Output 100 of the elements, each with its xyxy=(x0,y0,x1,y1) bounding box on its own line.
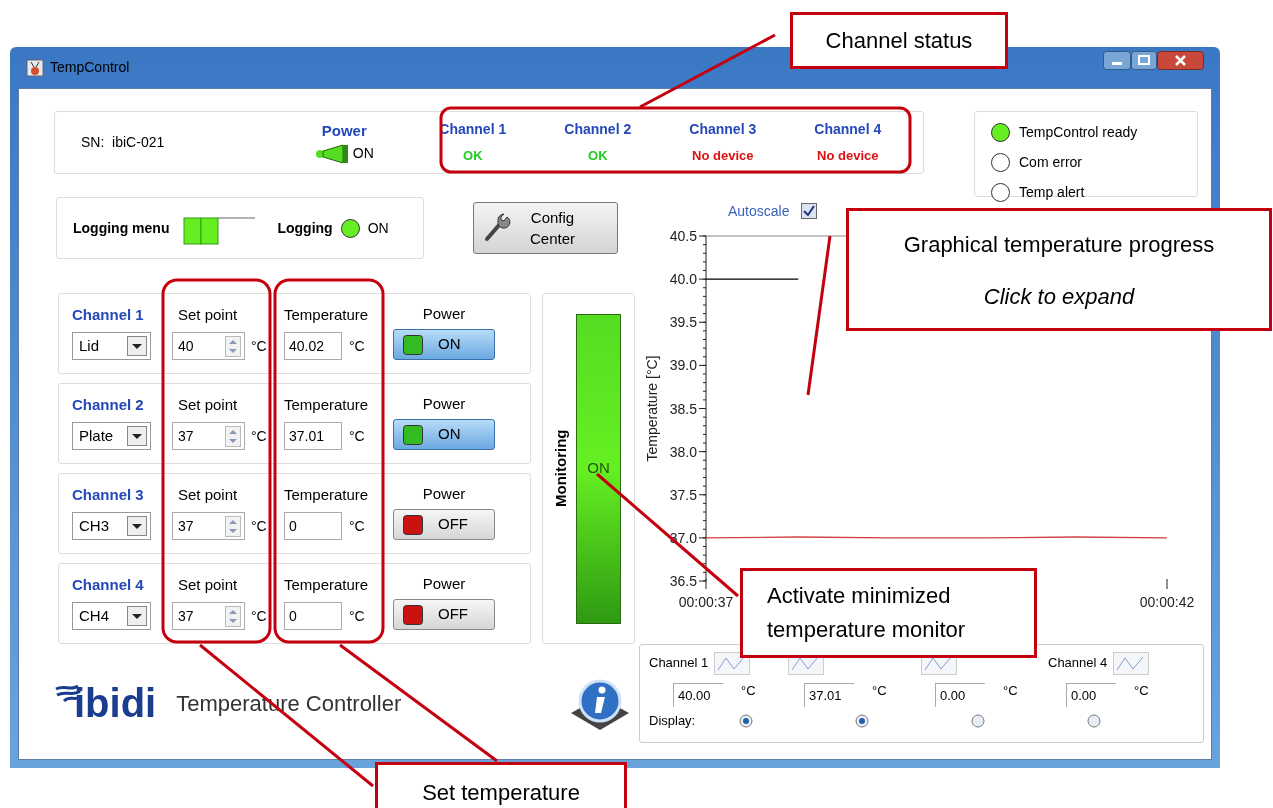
unit-label: °C xyxy=(1003,682,1018,701)
brand-logo: ibidi xyxy=(74,683,157,723)
indicator-light xyxy=(403,514,423,535)
config-center-button[interactable]: Config Center xyxy=(473,202,618,254)
setpoint-label: Set point xyxy=(178,305,239,324)
setpoint-spinbox[interactable]: 37 xyxy=(172,422,245,450)
display-radio[interactable] xyxy=(1086,714,1101,728)
channel-status: No device xyxy=(692,147,754,166)
setpoint-spinbox[interactable]: 40 xyxy=(172,332,245,360)
channel-name: Channel 4 xyxy=(72,575,145,594)
axis-tick-label: 39.5 xyxy=(669,314,697,331)
power-toggle-button[interactable]: OFF xyxy=(393,599,495,630)
power-toggle-button[interactable]: ON xyxy=(393,419,495,450)
unit-label: °C xyxy=(1134,682,1149,701)
temperature-field: 37.01 xyxy=(284,422,342,450)
channel-status: OK xyxy=(588,147,608,166)
channel-dropdown[interactable]: CH4 xyxy=(72,602,151,630)
minimize-icon[interactable] xyxy=(1103,51,1131,70)
indicator-light xyxy=(403,604,423,625)
callout-text: Click to expand xyxy=(983,282,1135,311)
unit-label: °C xyxy=(349,336,365,356)
autoscale-checkbox[interactable] xyxy=(801,203,818,219)
axis-tick-label: 37.5 xyxy=(669,486,697,503)
axis-tick-label: 40.5 xyxy=(669,228,697,244)
value-field: 40.00 xyxy=(673,683,723,707)
channel-name: Channel 4 xyxy=(814,120,882,140)
status-label: Com error xyxy=(1019,153,1082,172)
setpoint-label: Set point xyxy=(178,395,239,414)
power-toggle-button[interactable]: OFF xyxy=(393,509,495,540)
display-label: Display: xyxy=(649,712,697,731)
unit-label: °C xyxy=(349,426,365,446)
window-title: TempControl xyxy=(50,58,130,77)
setpoint-spinbox[interactable]: 37 xyxy=(172,602,245,630)
value-field: 0.00 xyxy=(935,683,985,707)
axis-tick-label: 39.0 xyxy=(669,357,697,374)
spinner-arrows-icon[interactable] xyxy=(225,605,241,627)
channel-dropdown[interactable]: CH3 xyxy=(72,512,151,540)
tick-mark xyxy=(705,578,707,590)
channel-name: Channel 1 xyxy=(72,305,145,324)
display-radio[interactable] xyxy=(970,714,985,728)
unit-label: °C xyxy=(741,682,756,701)
channel-dropdown[interactable]: Plate xyxy=(72,422,151,450)
unit-label: °C xyxy=(251,606,267,626)
power-label: Power xyxy=(321,121,367,142)
value-field: 0.00 xyxy=(1066,683,1116,707)
wrench-icon xyxy=(484,213,512,243)
temperature-label: Temperature xyxy=(284,305,370,324)
unit-label: °C xyxy=(251,516,267,536)
legend-swatch-icon xyxy=(1113,651,1150,675)
axis-tick-label: 38.0 xyxy=(669,443,697,460)
callout-text: Graphical temperature progress xyxy=(903,230,1215,259)
status-label: Temp alert xyxy=(1019,183,1085,202)
maximize-icon[interactable] xyxy=(1131,51,1157,70)
axis-tick-label: 38.5 xyxy=(669,400,697,417)
channel-name: Channel 3 xyxy=(689,120,757,140)
callout-text: temperature monitor xyxy=(767,616,966,644)
axis-tick-label: 37.0 xyxy=(669,529,697,546)
monitoring-toggle-button[interactable]: ON xyxy=(576,313,621,624)
unit-label: °C xyxy=(349,516,365,536)
unit-label: °C xyxy=(251,426,267,446)
display-radio[interactable] xyxy=(854,714,869,728)
power-label: Power xyxy=(421,304,467,323)
power-label: Power xyxy=(421,394,467,413)
axis-title: Temperature [°C] xyxy=(644,355,660,462)
axis-tick-label: 00:00:37 xyxy=(678,594,734,610)
temperature-label: Temperature xyxy=(284,575,370,594)
power-label: Power xyxy=(421,484,467,503)
power-label: Power xyxy=(421,574,467,593)
value-field: 37.01 xyxy=(804,683,854,707)
status-label: TempControl ready xyxy=(1019,123,1138,142)
callout-text: Channel status xyxy=(825,26,973,55)
unit-label: °C xyxy=(872,682,887,701)
setpoint-label: Set point xyxy=(178,575,239,594)
channel-status: No device xyxy=(817,147,879,166)
display-radio[interactable] xyxy=(738,714,753,728)
callout-text: Activate minimized xyxy=(767,582,951,610)
power-toggle-button[interactable]: ON xyxy=(393,329,495,360)
setpoint-label: Set point xyxy=(178,485,239,504)
axis-tick-label: 40.0 xyxy=(669,271,697,288)
indicator-light xyxy=(403,424,423,445)
logging-menu-label: Logging menu xyxy=(73,218,170,238)
logging-label: Logging xyxy=(277,218,333,238)
tick-mark xyxy=(1166,578,1168,590)
spinner-arrows-icon[interactable] xyxy=(225,425,241,447)
spinner-arrows-icon[interactable] xyxy=(225,335,241,357)
channel-label: Channel 1 xyxy=(649,654,709,673)
temperature-field: 40.02 xyxy=(284,332,342,360)
channel-name: Channel 3 xyxy=(72,485,145,504)
logging-status: ON xyxy=(367,218,389,238)
app-icon xyxy=(26,58,44,77)
unit-label: °C xyxy=(349,606,365,626)
channel-name: Channel 2 xyxy=(564,120,632,140)
autoscale-label: Autoscale xyxy=(728,201,790,221)
channel-dropdown[interactable]: Lid xyxy=(72,332,151,360)
power-status: ON xyxy=(352,144,374,164)
setpoint-spinbox[interactable]: 37 xyxy=(172,512,245,540)
close-icon[interactable] xyxy=(1157,51,1204,70)
spinner-arrows-icon[interactable] xyxy=(225,515,241,537)
callout-text: Set temperature xyxy=(422,779,580,807)
temperature-label: Temperature xyxy=(284,395,370,414)
